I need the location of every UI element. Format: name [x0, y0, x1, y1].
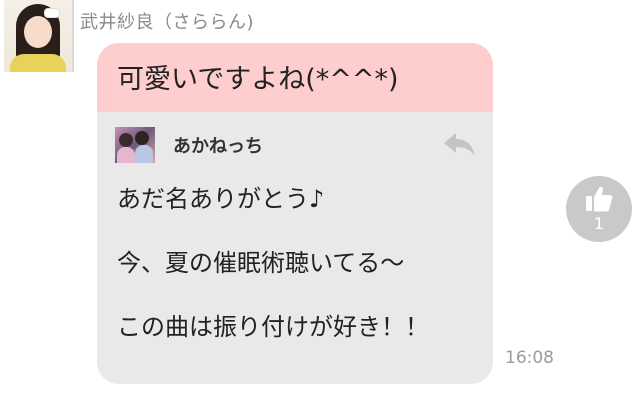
quoted-message-text: あだ名ありがとう♪ 今、夏の催眠術聴いてる〜 この曲は振り付けが好き！！ [117, 185, 429, 341]
quoted-post-thumbnail[interactable] [115, 127, 155, 163]
message-text: 可愛いですよね(*^^*) [117, 64, 399, 95]
avatar-shoulders [10, 54, 66, 72]
sender-name: 武井紗良（さららん) [80, 12, 255, 33]
bubble-header: 可愛いですよね(*^^*) [97, 43, 493, 112]
like-count: 1 [593, 214, 605, 233]
avatar-bow [44, 8, 60, 18]
reply-arrow-icon[interactable] [442, 129, 478, 159]
chat-message-row: 武井紗良（さららん) 可愛いですよね(*^^*) あかねっち あだ名ありがとう♪… [0, 0, 640, 403]
thumbs-up-icon [586, 186, 613, 212]
avatar-face [24, 16, 52, 48]
message-timestamp: 16:08 [505, 348, 554, 368]
avatar[interactable] [4, 0, 74, 72]
message-bubble[interactable]: 可愛いですよね(*^^*) あかねっち あだ名ありがとう♪ 今、夏の催眠術聴いて… [97, 43, 493, 384]
like-button[interactable]: 1 [566, 176, 632, 242]
quoted-author-name: あかねっち [173, 136, 263, 157]
